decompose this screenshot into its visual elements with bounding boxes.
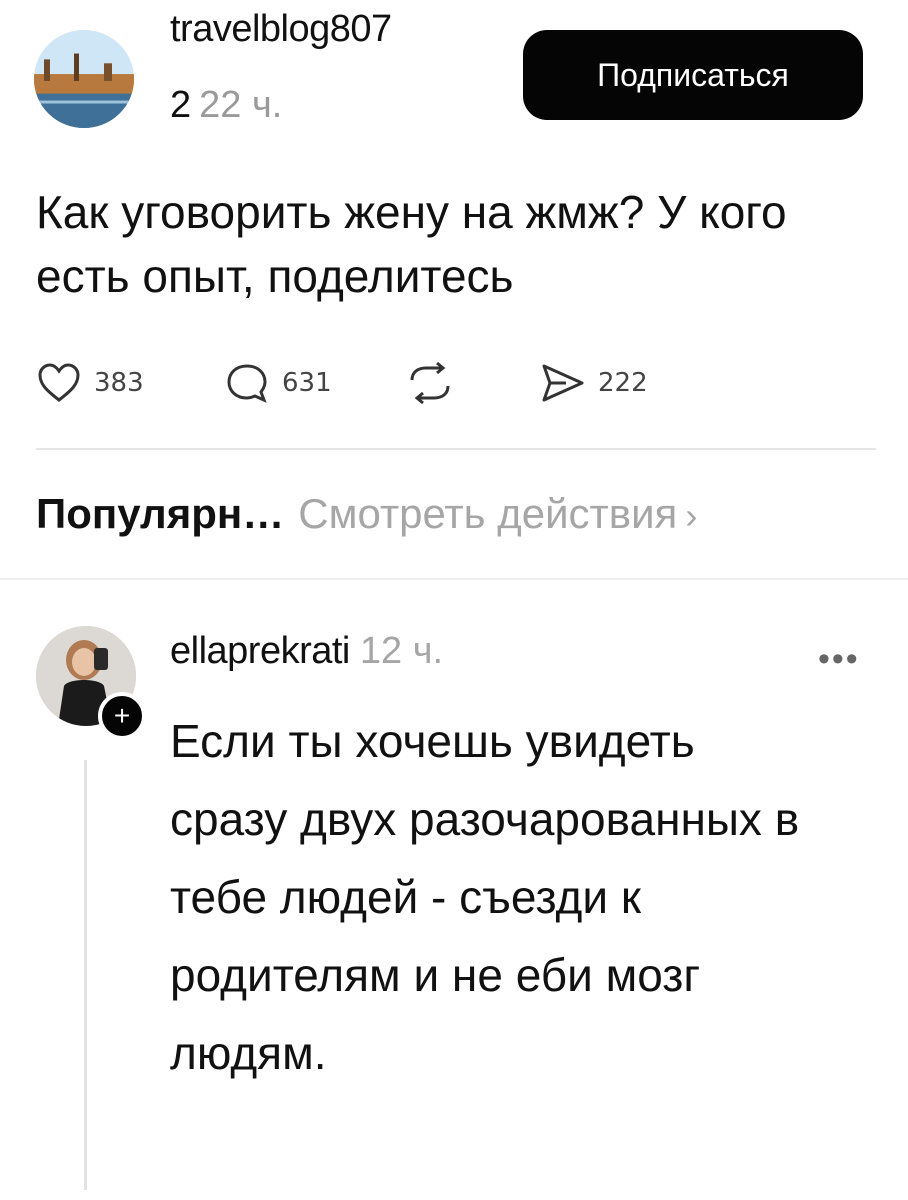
share-count: 222 xyxy=(598,368,648,398)
comment-action[interactable]: 631 xyxy=(224,362,332,404)
comment-body-text: Если ты хочешь увидеть сразу двух разоча… xyxy=(170,715,800,1079)
comment-count: 631 xyxy=(282,368,332,398)
send-icon xyxy=(540,362,586,404)
share-action[interactable]: 222 xyxy=(540,362,648,404)
follow-button[interactable]: Подписаться xyxy=(523,30,863,120)
plus-icon[interactable]: + xyxy=(98,692,146,740)
post-timestamp: 22 ч. xyxy=(199,84,283,126)
post-body-text: Как уговорить жену на жмж? У кого есть о… xyxy=(36,186,787,302)
thread-line xyxy=(84,760,87,1190)
post-author-avatar[interactable] xyxy=(34,30,134,128)
chevron-right-icon: › xyxy=(685,495,698,536)
view-activity-link[interactable]: Смотреть действия xyxy=(298,490,677,537)
divider xyxy=(36,448,876,450)
heart-icon xyxy=(36,362,82,404)
section-divider xyxy=(0,578,908,580)
popular-sort-label[interactable]: Популярн… xyxy=(36,490,284,537)
like-action[interactable]: 383 xyxy=(36,362,144,404)
like-count: 383 xyxy=(94,368,144,398)
comment-timestamp: 12 ч. xyxy=(359,630,444,672)
more-dots-icon[interactable]: ••• xyxy=(818,640,860,679)
popular-section-header: Популярн… Смотреть действия › xyxy=(36,490,697,538)
comment-bubble-icon xyxy=(224,362,270,404)
repost-action[interactable] xyxy=(404,362,456,404)
comment-author-username[interactable]: ellaprekrati xyxy=(170,630,350,672)
repost-icon xyxy=(404,362,456,404)
comment-meta: ellaprekrati 12 ч. xyxy=(170,630,443,673)
post-meta: 2 22 ч. xyxy=(170,84,282,127)
post-badge-number: 2 xyxy=(170,84,192,126)
post-author-username[interactable]: travelblog807 xyxy=(170,8,392,51)
